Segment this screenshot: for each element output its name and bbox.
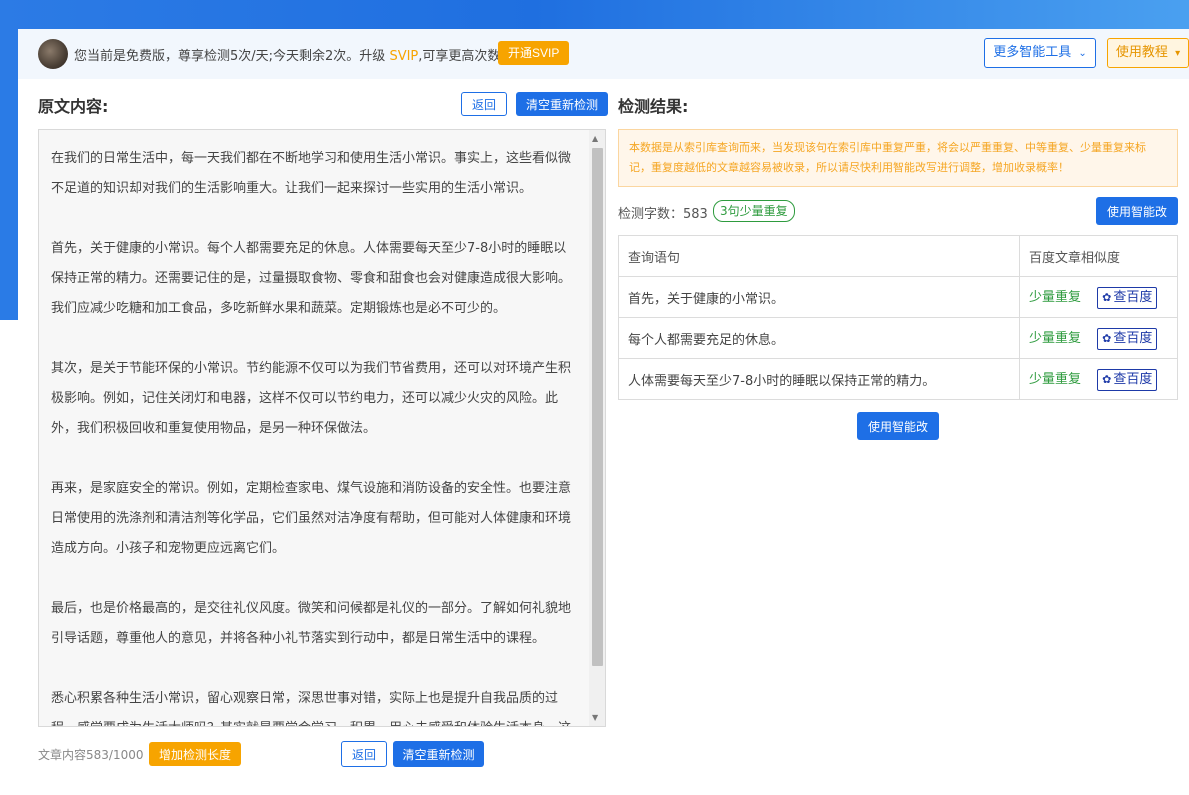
clear-recheck-button-bottom[interactable]: 清空重新检测 [393, 741, 484, 767]
original-text-content: 在我们的日常生活中，每一天我们都在不断地学习和使用生活小常识。事实上，这些看似微… [51, 144, 577, 726]
avatar[interactable] [38, 39, 68, 69]
plan-notice-suffix: ,可享更高次数 [418, 49, 501, 64]
original-text-area[interactable]: 在我们的日常生活中，每一天我们都在不断地学习和使用生活小常识。事实上，这些看似微… [38, 129, 606, 727]
paragraph: 再来，是家庭安全的常识。例如，定期检查家电、煤气设施和消防设备的安全性。也要注意… [51, 481, 572, 556]
back-button-bottom[interactable]: 返回 [341, 741, 387, 767]
increase-length-button[interactable]: 增加检测长度 [149, 742, 241, 766]
result-table: 查询语句 百度文章相似度 首先，关于健康的小常识。 少量重复 ✿ 查百度 每个人都… [618, 235, 1178, 400]
open-svip-button[interactable]: 开通SVIP [498, 41, 570, 65]
column-header-sentence: 查询语句 [618, 235, 1020, 277]
content-count: 文章内容583/1000 [38, 748, 144, 762]
sentence-cell: 每个人都需要充足的休息。 [618, 317, 1020, 359]
plan-notice-prefix: 您当前是免费版，尊享检测5次/天;今天剩余2次。升级 [74, 49, 386, 64]
baidu-paw-icon: ✿ [1102, 290, 1112, 304]
scroll-down-arrow-icon[interactable]: ▼ [592, 713, 598, 722]
back-button-top[interactable]: 返回 [461, 92, 507, 116]
plan-notice: 您当前是免费版，尊享检测5次/天;今天剩余2次。升级 SVIP,可享更高次数 [74, 45, 500, 64]
paragraph: 其次，是关于节能环保的小常识。节约能源不仅可以为我们节省费用，还可以对环境产生积… [51, 361, 572, 436]
paragraph: 首先，关于健康的小常识。每个人都需要充足的休息。人体需要每天至少7-8小时的睡眠… [51, 241, 572, 316]
baidu-paw-icon: ✿ [1102, 372, 1112, 386]
caret-down-icon: ▾ [1175, 48, 1181, 59]
smart-rewrite-button-top[interactable]: 使用智能改写 [1096, 197, 1178, 247]
detect-count: 检测字数：583 [618, 207, 708, 222]
scroll-thumb[interactable] [592, 148, 603, 666]
table-row: 人体需要每天至少7-8小时的睡眠以保持正常的精力。 少量重复 ✿ 查百度 [618, 358, 1178, 400]
tutorial-dropdown[interactable]: 使用教程 ▾ [1107, 38, 1189, 68]
more-tools-label: 更多智能工具 [993, 45, 1072, 60]
table-header-row: 查询语句 百度文章相似度 [618, 235, 1178, 277]
paragraph: 最后，也是价格最高的，是交往礼仪风度。微笑和问候都是礼仪的一部分。了解如何礼貌地… [51, 601, 572, 646]
column-header-similarity: 百度文章相似度 [1019, 235, 1178, 277]
original-content-title: 原文内容: [38, 97, 109, 116]
repeat-level: 少量重复 [1029, 371, 1082, 387]
similarity-cell: 少量重复 ✿ 查百度 [1019, 276, 1178, 318]
tutorial-label: 使用教程 [1115, 45, 1168, 60]
repeat-level: 少量重复 [1029, 330, 1082, 346]
repeat-badge: 3句少量重复 [713, 200, 795, 222]
paragraph: 悉心积累各种生活小常识，留心观察日常，深思世事对错，实际上也是提升自我品质的过程… [51, 691, 571, 726]
baidu-paw-icon: ✿ [1102, 331, 1112, 345]
more-tools-dropdown[interactable]: 更多智能工具 ⌄ [984, 38, 1096, 68]
warning-notice: 本数据是从索引库查询而来，当发现该句在索引库中重复严重，将会以严重重复、中等重复… [618, 129, 1178, 187]
result-title: 检测结果: [618, 97, 689, 116]
search-baidu-button[interactable]: ✿ 查百度 [1097, 368, 1158, 391]
search-baidu-button[interactable]: ✿ 查百度 [1097, 327, 1158, 350]
search-baidu-label: 查百度 [1113, 330, 1153, 346]
chevron-down-icon: ⌄ [1078, 48, 1087, 59]
sentence-cell: 首先，关于健康的小常识。 [618, 276, 1020, 318]
scroll-up-arrow-icon[interactable]: ▲ [592, 134, 598, 143]
sentence-cell: 人体需要每天至少7-8小时的睡眠以保持正常的精力。 [618, 358, 1020, 400]
left-banner-strip [0, 80, 18, 320]
table-row: 每个人都需要充足的休息。 少量重复 ✿ 查百度 [618, 317, 1178, 359]
similarity-cell: 少量重复 ✿ 查百度 [1019, 317, 1178, 359]
search-baidu-label: 查百度 [1113, 289, 1153, 305]
smart-rewrite-button-bottom[interactable]: 使用智能改写 [857, 412, 939, 462]
main-card: 您当前是免费版，尊享检测5次/天;今天剩余2次。升级 SVIP,可享更高次数 开… [18, 29, 1189, 780]
top-notice-bar: 您当前是免费版，尊享检测5次/天;今天剩余2次。升级 SVIP,可享更高次数 开… [18, 29, 1189, 79]
table-row: 首先，关于健康的小常识。 少量重复 ✿ 查百度 [618, 276, 1178, 318]
search-baidu-button[interactable]: ✿ 查百度 [1097, 286, 1158, 309]
similarity-cell: 少量重复 ✿ 查百度 [1019, 358, 1178, 400]
svip-link[interactable]: SVIP [389, 49, 418, 64]
paragraph: 在我们的日常生活中，每一天我们都在不断地学习和使用生活小常识。事实上，这些看似微… [51, 151, 572, 196]
search-baidu-label: 查百度 [1113, 371, 1153, 387]
repeat-level: 少量重复 [1029, 289, 1082, 305]
clear-recheck-button-top[interactable]: 清空重新检测 [516, 92, 608, 116]
text-scrollbar[interactable]: ▲ ▼ [589, 130, 605, 726]
